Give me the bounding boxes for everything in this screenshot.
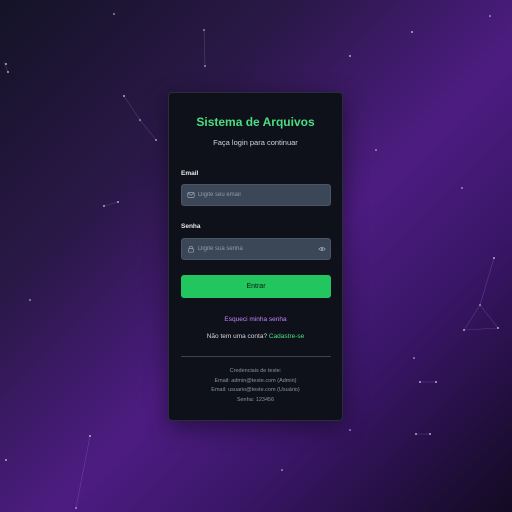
password-label: Senha — [181, 223, 201, 230]
email-label: Email — [181, 170, 199, 177]
login-button[interactable]: Entrar — [181, 275, 331, 298]
lock-icon — [188, 245, 194, 253]
divider — [181, 356, 331, 357]
test-credentials: Credenciais de teste: Email: admin@teste… — [169, 367, 342, 405]
mail-icon — [187, 192, 195, 198]
forgot-password-link[interactable]: Esqueci minha senha — [169, 316, 342, 323]
email-input[interactable] — [198, 185, 310, 205]
signup-row: Não tem uma conta? Cadastre-se — [169, 333, 342, 340]
no-account-text: Não tem uma conta? — [206, 333, 268, 340]
credentials-line: Senha: 123456 — [236, 396, 275, 403]
page-title: Sistema de Arquivos — [196, 115, 315, 129]
signup-link[interactable]: Cadastre-se — [269, 333, 304, 340]
email-field-container[interactable] — [181, 184, 331, 206]
password-input[interactable] — [198, 239, 310, 259]
credentials-line: Email: usuario@teste.com (Usuário) — [211, 387, 300, 393]
eye-icon[interactable] — [318, 245, 326, 253]
login-card: Sistema de Arquivos Faça login para cont… — [168, 92, 343, 421]
password-field-container[interactable] — [181, 238, 331, 260]
credentials-line: Email: admin@teste.com (Admin) — [214, 377, 297, 384]
credentials-heading: Credenciais de teste: — [229, 368, 282, 374]
page-subtitle: Faça login para continuar — [213, 138, 298, 147]
